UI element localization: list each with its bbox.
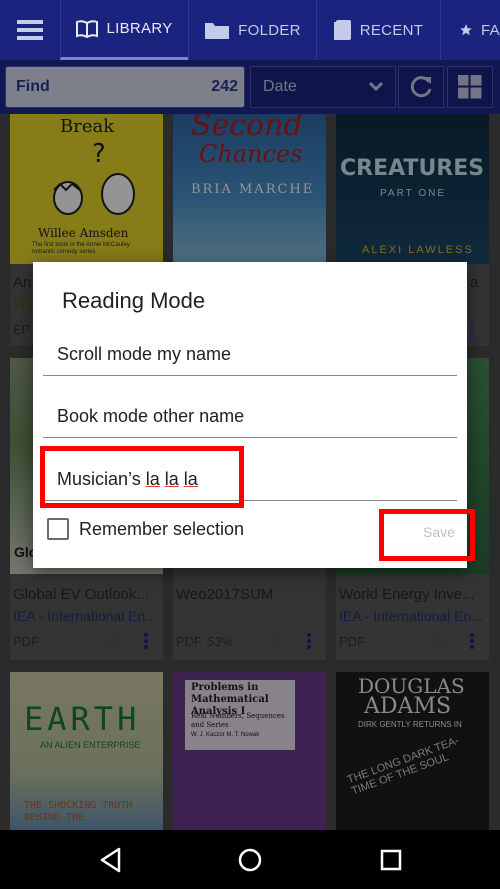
scroll-mode-label: Scroll mode my name (57, 344, 232, 364)
tab-folder[interactable]: FOLDER (188, 0, 316, 60)
folder-icon (205, 23, 230, 39)
reading-mode-dialog: Reading Mode Scroll mode my name Book mo… (33, 262, 475, 568)
recent-book-icon (333, 20, 351, 40)
book-mode-option[interactable]: Book mode other name (43, 394, 457, 438)
dialog-title: Reading Mode (62, 288, 206, 313)
tab-library-label: LIBRARY (106, 20, 173, 37)
system-nav-bar (0, 830, 500, 889)
tab-favorites-label: FA (481, 21, 500, 39)
remember-checkbox[interactable] (47, 518, 69, 540)
menu-button[interactable] (0, 0, 60, 60)
tab-folder-label: FOLDER (238, 21, 301, 39)
book-open-icon (76, 19, 99, 38)
highlight-box (379, 509, 475, 561)
remember-selection[interactable]: Remember selection (47, 518, 244, 540)
tab-favorites[interactable]: FA (440, 0, 500, 60)
hamburger-icon (17, 20, 43, 40)
tab-recent[interactable]: RECENT (316, 0, 440, 60)
tab-recent-label: RECENT (359, 21, 424, 39)
recents-icon[interactable] (377, 846, 405, 874)
remember-label: Remember selection (79, 518, 245, 539)
star-icon (460, 24, 472, 36)
book-mode-label: Book mode other name (57, 406, 245, 426)
tab-library[interactable]: LIBRARY (60, 0, 188, 60)
scroll-mode-option[interactable]: Scroll mode my name (43, 332, 457, 376)
home-icon[interactable] (236, 846, 264, 874)
back-icon[interactable] (97, 846, 125, 874)
top-tab-bar: LIBRARY FOLDER RECENT FA (0, 0, 500, 60)
highlight-box (40, 446, 244, 508)
